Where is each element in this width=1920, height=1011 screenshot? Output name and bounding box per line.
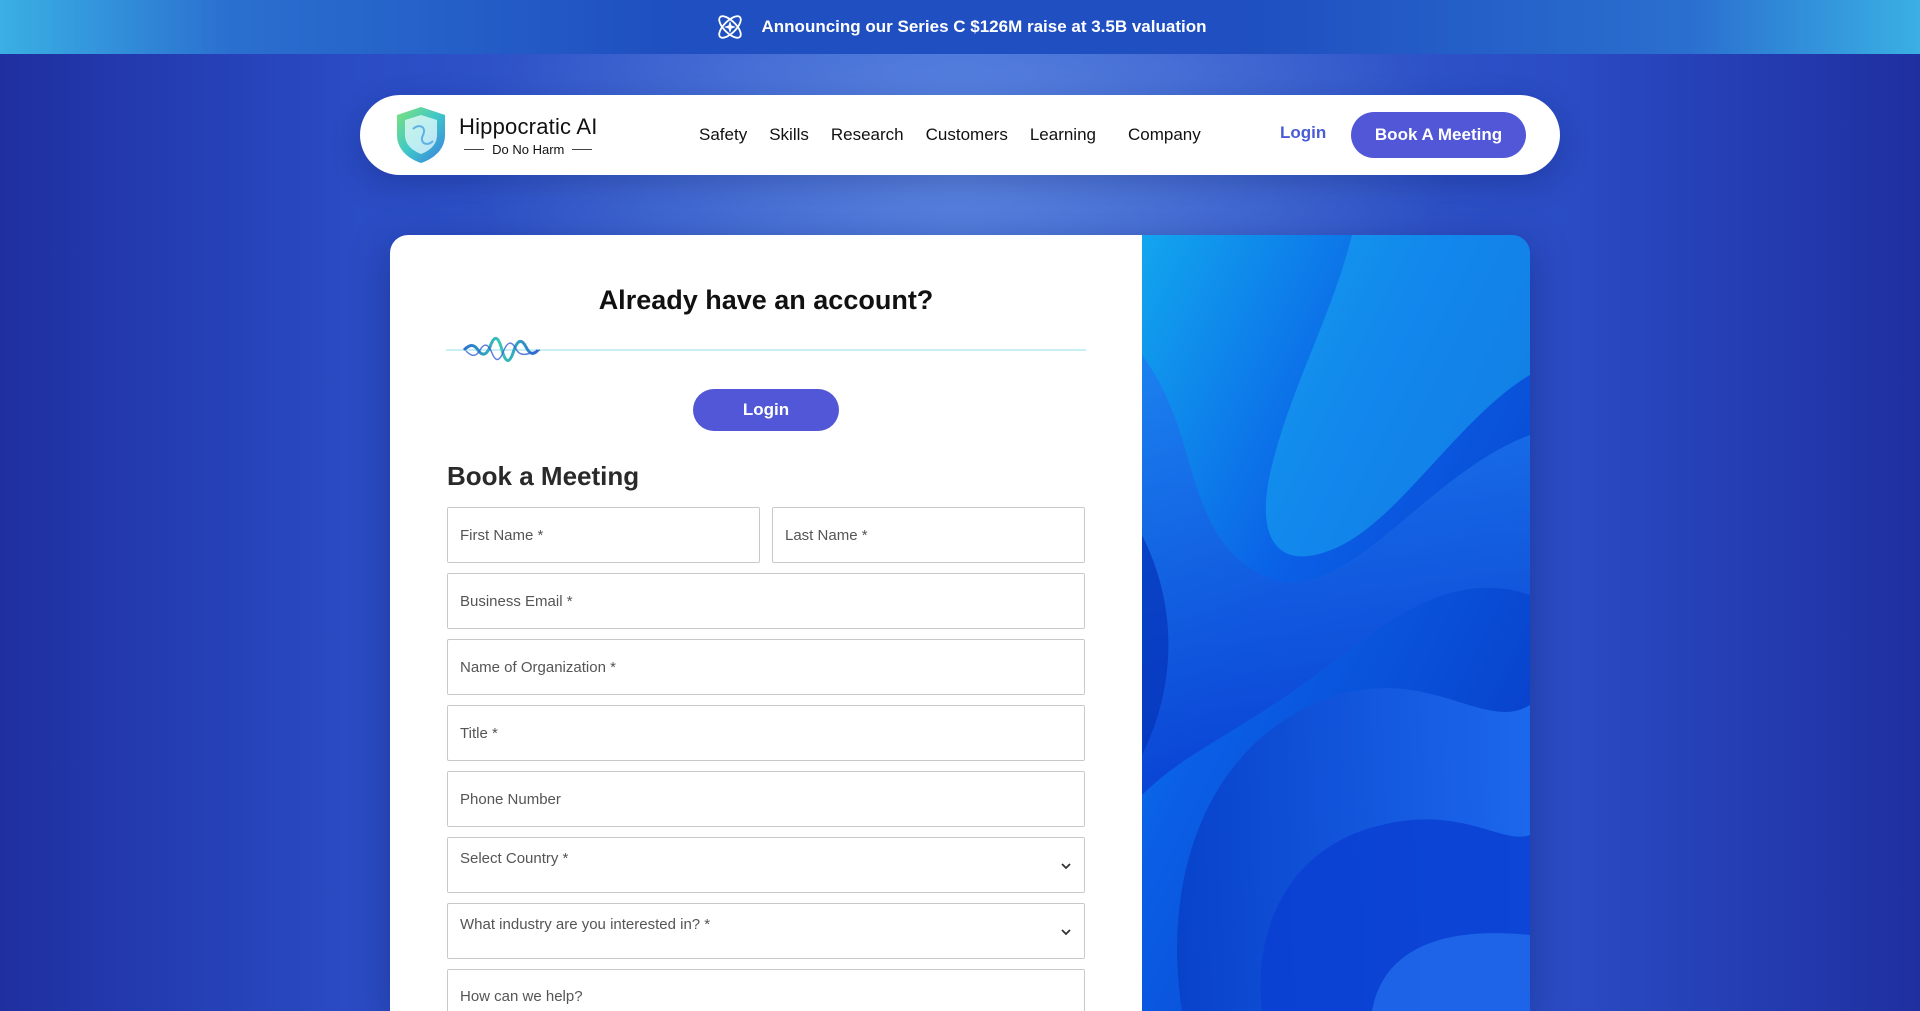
country-select[interactable]: Select Country *	[447, 837, 1085, 893]
shield-logo-icon	[397, 107, 445, 163]
phone-number-field[interactable]: Phone Number	[447, 771, 1085, 827]
nav-links: Safety Skills Research Customers Learnin…	[699, 95, 1223, 175]
nav-login-link[interactable]: Login	[1280, 123, 1326, 143]
country-select-label: Select Country *	[460, 850, 569, 867]
nav-link-learning[interactable]: Learning	[1030, 125, 1096, 145]
business-email-placeholder: Business Email *	[460, 592, 573, 610]
chevron-down-icon	[1061, 929, 1071, 936]
book-meeting-title: Book a Meeting	[447, 461, 640, 491]
how-can-we-help-placeholder: How can we help?	[460, 988, 583, 1005]
atom-sparkle-icon	[714, 11, 746, 43]
organization-field[interactable]: Name of Organization *	[447, 639, 1085, 695]
nav-book-meeting-button[interactable]: Book A Meeting	[1351, 112, 1526, 158]
industry-select[interactable]: What industry are you interested in? *	[447, 903, 1085, 959]
industry-select-label: What industry are you interested in? *	[460, 916, 711, 933]
brand-name: Hippocratic AI	[459, 113, 598, 139]
last-name-placeholder: Last Name *	[785, 526, 868, 544]
nav-link-research[interactable]: Research	[831, 125, 904, 145]
wave-divider	[446, 336, 1086, 362]
brand[interactable]: Hippocratic AI Do No Harm	[393, 105, 598, 165]
business-email-field[interactable]: Business Email *	[447, 573, 1085, 629]
nav-link-customers[interactable]: Customers	[926, 125, 1008, 145]
nav-link-skills[interactable]: Skills	[769, 125, 809, 145]
phone-number-placeholder: Phone Number	[460, 790, 561, 808]
how-can-we-help-field[interactable]: How can we help?	[447, 969, 1085, 1011]
nav-link-safety[interactable]: Safety	[699, 125, 747, 145]
announcement-bar[interactable]: Announcing our Series C $126M raise at 3…	[0, 0, 1920, 54]
already-have-account-heading: Already have an account?	[598, 285, 934, 315]
booking-card: Already have an account? Login Book a Me…	[390, 235, 1530, 1011]
first-name-field[interactable]: First Name *	[447, 507, 760, 563]
form-panel: Already have an account? Login Book a Me…	[390, 235, 1142, 1011]
abstract-wave-art	[1142, 235, 1530, 1011]
first-name-placeholder: First Name *	[460, 526, 544, 544]
decorative-art-panel	[1142, 235, 1530, 1011]
last-name-field[interactable]: Last Name *	[772, 507, 1085, 563]
nav-link-company[interactable]: Company	[1128, 125, 1201, 145]
login-button[interactable]: Login	[693, 389, 839, 431]
chevron-down-icon	[1061, 863, 1071, 870]
title-placeholder: Title *	[460, 724, 498, 742]
brand-tagline: Do No Harm	[464, 142, 593, 157]
navbar: Hippocratic AI Do No Harm Safety Skills …	[360, 95, 1560, 175]
announcement-text[interactable]: Announcing our Series C $126M raise at 3…	[762, 17, 1207, 37]
organization-placeholder: Name of Organization *	[460, 658, 616, 676]
title-field[interactable]: Title *	[447, 705, 1085, 761]
